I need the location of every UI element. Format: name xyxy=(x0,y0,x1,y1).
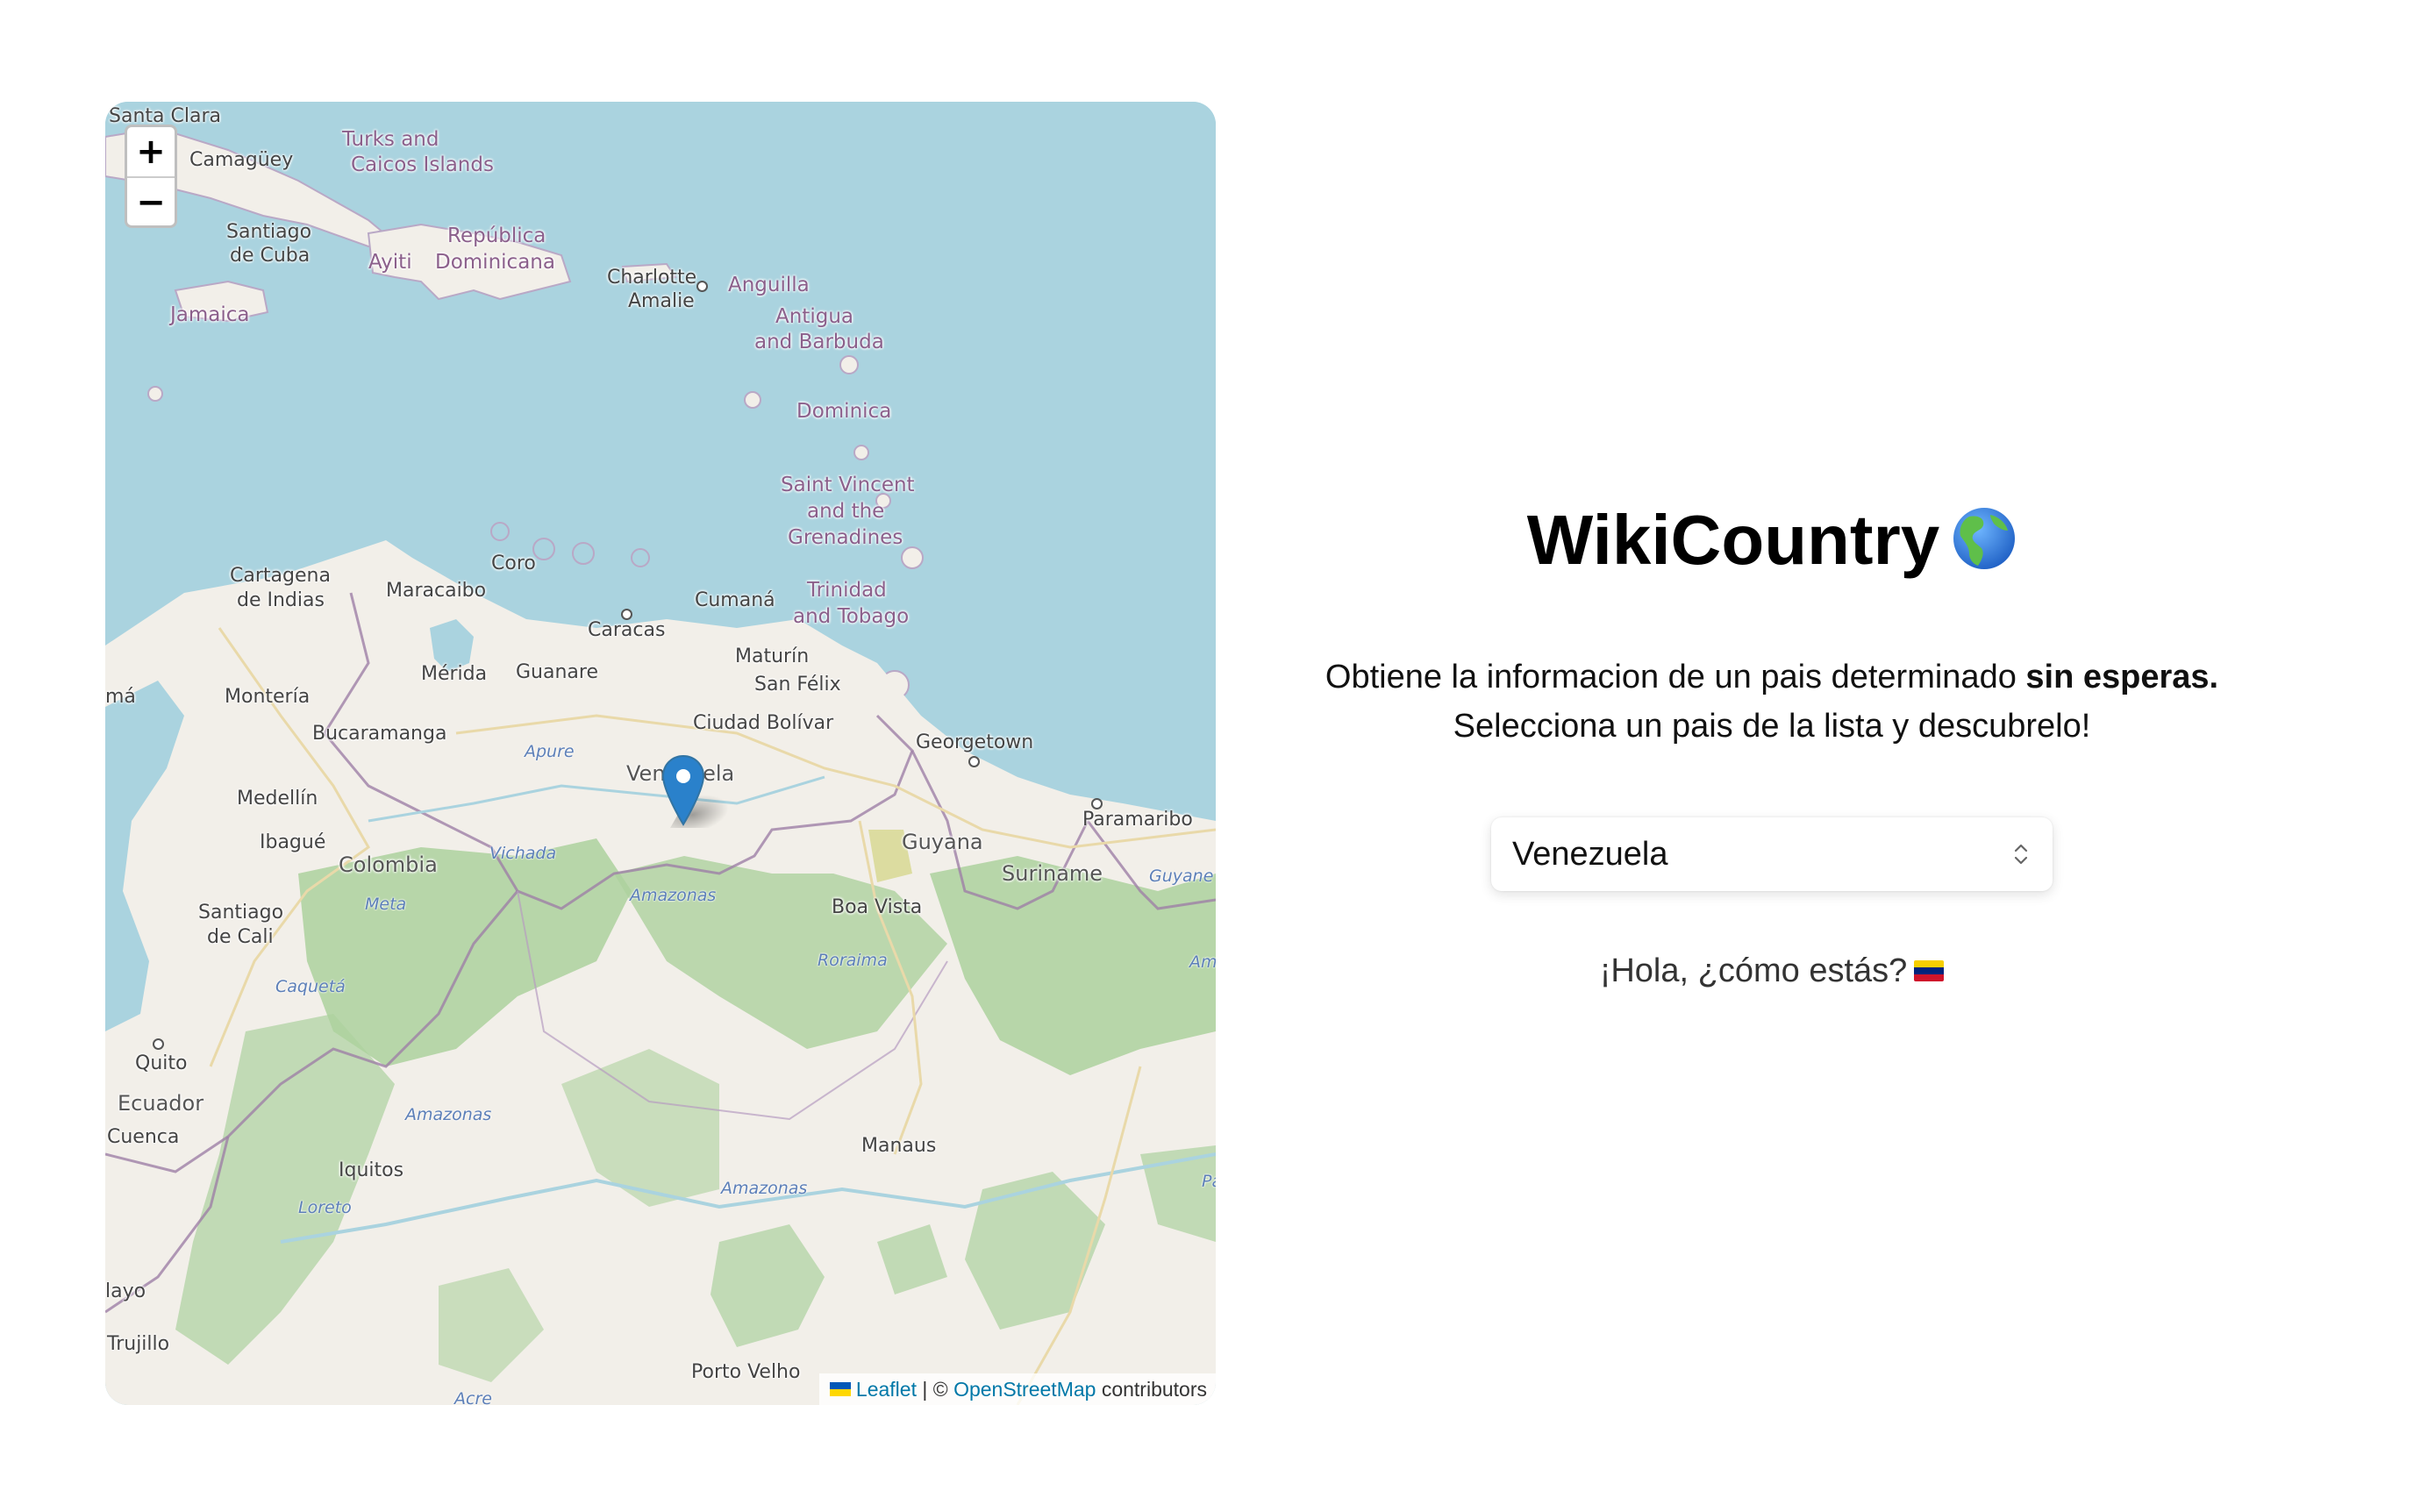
map-label: Ecuador xyxy=(118,1091,204,1116)
info-panel: WikiCountry Obtiene la informacion de un… xyxy=(1246,0,2298,1512)
map-label: Vichada xyxy=(489,844,557,863)
map-label: Anguilla xyxy=(728,274,810,296)
globe-americas-icon xyxy=(1953,507,2016,569)
zoom-control: + − xyxy=(125,125,177,228)
map-label: Meta xyxy=(365,895,407,914)
map-label: Amalie xyxy=(628,290,695,312)
map-label: San Félix xyxy=(754,674,841,695)
map-label: Guyana xyxy=(902,830,983,854)
map-label: and Tobago xyxy=(793,605,910,628)
attribution-suffix: contributors xyxy=(1101,1378,1207,1401)
map-label: Cumaná xyxy=(695,589,775,611)
map-label: Amazonas xyxy=(405,1105,492,1124)
map-label: Maracaibo xyxy=(386,580,487,602)
city-dot xyxy=(1091,798,1103,809)
map-label: Paramaribo xyxy=(1082,809,1193,831)
map-label: Camagüey xyxy=(189,149,294,171)
map-label: Amazonas xyxy=(630,886,717,905)
map-label: Trinidad xyxy=(807,579,887,602)
map-label: Porto Velho xyxy=(691,1361,801,1383)
description-line2: Selecciona un pais de la lista y descubr… xyxy=(1453,708,2091,745)
map-label: Charlotte xyxy=(607,267,697,289)
map-label: Grenadines xyxy=(788,526,903,549)
map-label: Amazonas xyxy=(721,1179,808,1198)
map-label: Acre xyxy=(454,1389,492,1405)
map-label: Dominica xyxy=(796,400,892,423)
map-label: Antigua xyxy=(775,305,853,328)
description-emphasis: sin esperas. xyxy=(2025,659,2219,695)
map-label: Suriname xyxy=(1002,861,1103,886)
map-label: de Cali xyxy=(207,926,274,948)
map-label: Guyane xyxy=(1149,867,1214,886)
city-dot xyxy=(696,281,708,292)
map-label: má xyxy=(105,686,136,708)
city-dot xyxy=(968,756,980,767)
map-label: Bucaramanga xyxy=(312,723,447,745)
map-label: Guanare xyxy=(516,661,598,683)
map-label: Pa xyxy=(1202,1172,1216,1191)
map-label: Quito xyxy=(135,1052,188,1074)
map-label: Ayiti xyxy=(368,251,412,274)
map-label: Trujillo xyxy=(107,1333,170,1355)
map-label: Am xyxy=(1189,952,1216,972)
openstreetmap-link[interactable]: OpenStreetMap xyxy=(953,1378,1096,1401)
map-label: Caquetá xyxy=(275,977,346,996)
map-label: Santiago xyxy=(226,221,312,243)
leaflet-link[interactable]: Leaflet xyxy=(856,1378,917,1401)
map-label: Caracas xyxy=(588,619,666,641)
chevron-up-down-icon xyxy=(2014,844,2028,865)
map-label: Manaus xyxy=(861,1135,937,1157)
map-label: Montería xyxy=(225,686,311,708)
city-dot xyxy=(153,1038,164,1050)
map-label: Coro xyxy=(491,553,536,574)
map-label: Santiago xyxy=(198,902,284,924)
map-label: Cartagena xyxy=(230,565,331,587)
map-label: Maturín xyxy=(735,645,810,667)
map-label: Loreto xyxy=(298,1198,352,1217)
map-attribution: Leaflet | © OpenStreetMap contributors xyxy=(818,1373,1216,1405)
map-label: and the xyxy=(807,500,885,523)
map-label: Roraima xyxy=(818,951,888,970)
map-label: Cuenca xyxy=(107,1126,180,1148)
map-label: Medellín xyxy=(237,788,318,809)
description: Obtiene la informacion de un pais determ… xyxy=(1246,653,2298,751)
map-label: Ciudad Bolívar xyxy=(693,712,834,734)
map-label: Dominicana xyxy=(435,251,555,274)
map-label: Turks and xyxy=(342,128,439,151)
map-pin-icon[interactable] xyxy=(661,754,705,826)
map-label: Apure xyxy=(525,742,575,761)
map-label: Mérida xyxy=(421,663,488,685)
map-container[interactable]: Santa Clara Camagüey Turks and Caicos Is… xyxy=(105,102,1216,1405)
venezuela-flag-icon xyxy=(1914,959,1945,981)
map-label: layo xyxy=(105,1280,146,1302)
zoom-out-button[interactable]: − xyxy=(127,178,175,225)
map-label: República xyxy=(447,225,546,247)
map-label: Iquitos xyxy=(339,1159,404,1181)
map-label: de Cuba xyxy=(230,245,311,267)
app-title: WikiCountry xyxy=(1526,501,1940,579)
map-label: Caicos Islands xyxy=(351,153,494,176)
greeting: ¡Hola, ¿cómo estás? xyxy=(1246,949,2298,993)
map-label: Colombia xyxy=(339,852,438,877)
greeting-text: ¡Hola, ¿cómo estás? xyxy=(1599,952,1908,989)
map-label: Georgetown xyxy=(916,731,1034,753)
city-dot xyxy=(621,609,632,620)
map-label: Boa Vista xyxy=(832,896,923,918)
ukraine-flag-icon xyxy=(829,1381,851,1396)
country-select[interactable]: Venezuela xyxy=(1491,817,2053,891)
page-title: WikiCountry xyxy=(1246,500,2298,581)
map-label: de Indias xyxy=(237,589,325,611)
zoom-in-button[interactable]: + xyxy=(127,127,175,178)
map-label: Ibagué xyxy=(260,831,326,853)
map-label: Saint Vincent xyxy=(781,474,915,496)
map-label: and Barbuda xyxy=(754,331,884,353)
description-line1: Obtiene la informacion de un pais determ… xyxy=(1325,659,2017,695)
attribution-separator: | © xyxy=(922,1378,948,1401)
country-select-value: Venezuela xyxy=(1512,836,1668,873)
map-label: Jamaica xyxy=(170,303,250,326)
